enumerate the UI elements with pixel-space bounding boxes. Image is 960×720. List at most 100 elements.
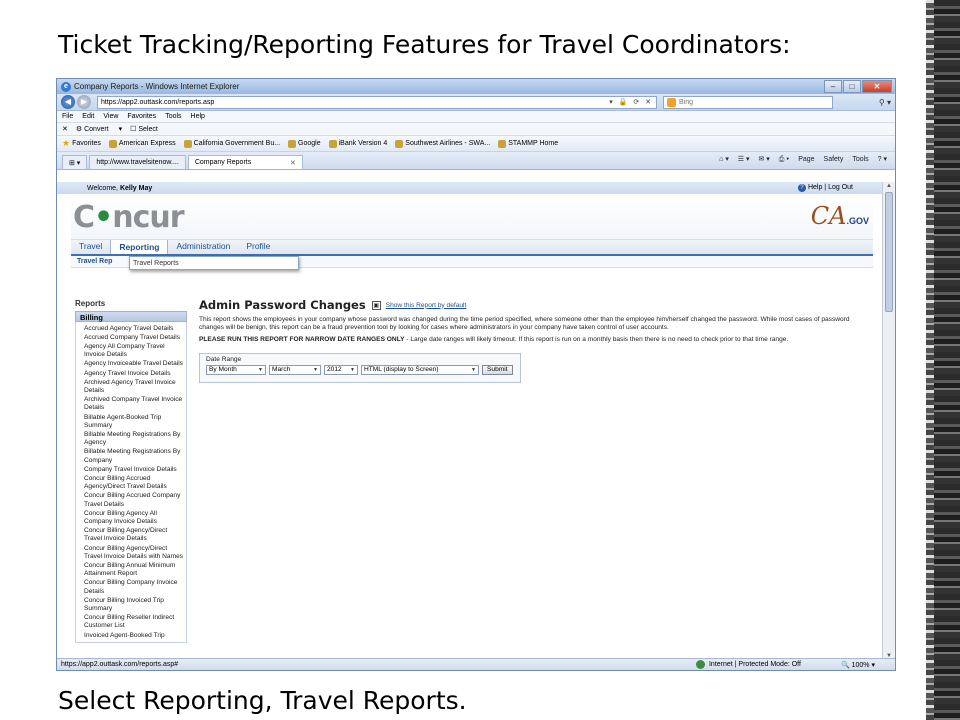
submit-button[interactable]: Submit: [482, 365, 513, 375]
subnav-travel-reports[interactable]: Travel Rep: [77, 258, 112, 265]
url-input[interactable]: https://app2.outtask.com/reports.asp ▾ 🔒…: [97, 95, 657, 109]
report-link[interactable]: Accrued Agency Travel Details: [84, 324, 186, 333]
report-title: Admin Password Changes: [199, 298, 366, 312]
favorite-google[interactable]: Google: [288, 139, 321, 148]
chevron-down-icon: ▼: [258, 367, 263, 373]
favorite-ibank[interactable]: iBank Version 4: [328, 139, 388, 148]
report-link[interactable]: Agency Invoiceable Travel Details: [84, 360, 186, 369]
default-report-icon[interactable]: ▣: [371, 300, 381, 310]
report-link[interactable]: Concur Billing Agency All Company Invoic…: [84, 509, 186, 526]
browser-window: e Company Reports - Windows Internet Exp…: [56, 78, 896, 671]
report-link[interactable]: Archived Agency Travel Invoice Details: [84, 378, 186, 395]
report-link[interactable]: Agency Travel Invoice Details: [84, 369, 186, 378]
maximize-button[interactable]: □: [843, 80, 861, 93]
reporting-dropdown: Travel Reports: [129, 256, 299, 270]
status-url: https://app2.outtask.com/reports.asp#: [61, 661, 179, 668]
format-select[interactable]: HTML (display to Screen) ▼: [361, 365, 479, 375]
nav-reporting[interactable]: Reporting: [110, 239, 169, 254]
mail-icon[interactable]: ✉ ▾: [758, 156, 769, 163]
help-link[interactable]: Help: [808, 184, 822, 191]
close-toolbar-icon[interactable]: ✕: [62, 125, 68, 133]
back-button[interactable]: ◀: [61, 95, 75, 109]
menu-bar: File Edit View Favorites Tools Help: [57, 111, 895, 123]
close-button[interactable]: ✕: [862, 80, 892, 93]
favorite-california-government[interactable]: California Government Bu...: [183, 139, 280, 148]
date-range-box: Date Range By Month ▼ March ▼ 2012 ▼ HTML (…: [199, 353, 521, 383]
report-link[interactable]: Billable Agent-Booked Trip Summary: [84, 413, 186, 430]
safety-menu[interactable]: Safety: [824, 156, 844, 163]
nav-travel[interactable]: Travel: [71, 239, 110, 254]
home-icon[interactable]: ⌂ ▾: [719, 156, 729, 163]
month-select[interactable]: March ▼: [269, 365, 321, 375]
show-by-default-link[interactable]: Show this Report by default: [386, 302, 467, 309]
tab-company-reports[interactable]: Company Reports ✕: [187, 155, 303, 169]
favorites-button[interactable]: ★ Favorites: [62, 138, 101, 149]
feeds-icon[interactable]: ☰ ▾: [738, 156, 750, 163]
menu-tools[interactable]: Tools: [165, 113, 181, 120]
report-description: This report shows the employees in your …: [199, 316, 850, 331]
sub-nav: Travel Rep Travel Reports: [71, 256, 873, 270]
report-link[interactable]: Accrued Company Travel Details: [84, 333, 186, 342]
report-link[interactable]: Concur Billing Reseller Indirect Custome…: [84, 614, 186, 631]
report-link[interactable]: Invoiced Agent-Booked Trip: [84, 631, 186, 640]
tab-travelsitenow[interactable]: http://www.travelsitenow....: [89, 155, 186, 169]
favicon-icon: [288, 139, 297, 148]
favorite-american-express[interactable]: American Express: [108, 139, 176, 148]
logout-link[interactable]: Log Out: [828, 184, 853, 191]
report-link[interactable]: Concur Billing Agency/Direct Travel Invo…: [84, 544, 186, 561]
minimize-button[interactable]: –: [824, 80, 842, 93]
help-circle-icon[interactable]: ? ▾: [878, 156, 887, 163]
select-button[interactable]: ☐ Select: [130, 125, 166, 133]
report-link[interactable]: Concur Billing Invoiced Trip Summary: [84, 596, 186, 613]
concur-logo: C•ncur: [73, 200, 185, 235]
report-link[interactable]: Archived Company Travel Invoice Details: [84, 396, 186, 413]
report-link[interactable]: Company Travel Invoice Details: [84, 465, 186, 474]
month-value: March: [272, 366, 291, 373]
print-icon[interactable]: ⎙ ▾: [779, 156, 790, 163]
menu-favorites[interactable]: Favorites: [127, 113, 156, 120]
security-zone[interactable]: Internet | Protected Mode: Off: [695, 660, 801, 669]
ie-icon: e: [61, 81, 71, 92]
favicon-icon: [328, 139, 337, 148]
zoom-control[interactable]: 🔍 100% ▾: [841, 661, 875, 669]
dropdown-travel-reports[interactable]: Travel Reports: [133, 260, 179, 267]
zoom-level: 100%: [851, 661, 870, 669]
billing-heading[interactable]: Billing: [75, 311, 187, 322]
period-select[interactable]: By Month ▼: [206, 365, 266, 375]
menu-edit[interactable]: Edit: [82, 113, 94, 120]
tab-grid-icon[interactable]: ⊞ ▾: [62, 155, 88, 169]
report-link[interactable]: Billable Meeting Registrations By Compan…: [84, 448, 186, 465]
search-icon[interactable]: ⚲ ▾: [879, 98, 891, 107]
tab-close-icon[interactable]: ✕: [290, 159, 296, 167]
nav-administration[interactable]: Administration: [168, 239, 238, 254]
tools-menu[interactable]: Tools: [852, 156, 868, 163]
vertical-scrollbar[interactable]: ▲ ▼: [882, 182, 895, 660]
scroll-up-icon[interactable]: ▲: [886, 183, 892, 189]
favorite-label: iBank Version 4: [338, 140, 388, 147]
report-link[interactable]: Billable Meeting Registrations By Agency: [84, 430, 186, 447]
menu-view[interactable]: View: [103, 113, 118, 120]
favorite-stammp[interactable]: STAMMP Home: [498, 139, 558, 148]
scroll-thumb[interactable]: [885, 192, 893, 312]
convert-button[interactable]: ⚙ Convert ▾: [76, 125, 122, 133]
favorite-label: Google: [298, 140, 321, 147]
report-link[interactable]: Concur Billing Annual Minimum Attainment…: [84, 561, 186, 578]
report-link[interactable]: Concur Billing Agency/Direct Travel Invo…: [84, 527, 186, 544]
favorite-southwest[interactable]: Southwest Airlines - SWA...: [395, 139, 490, 148]
report-link[interactable]: Concur Billing Accrued Agency/Direct Tra…: [84, 474, 186, 491]
tab-bar: ⊞ ▾ http://www.travelsitenow.... Company…: [57, 152, 895, 170]
forward-button[interactable]: ▶: [77, 95, 91, 109]
report-link[interactable]: Concur Billing Accrued Company Travel De…: [84, 492, 186, 509]
favicon-icon: [395, 139, 404, 148]
report-link[interactable]: Agency All Company Travel Invoice Detail…: [84, 342, 186, 359]
menu-help[interactable]: Help: [191, 113, 205, 120]
ie-tools: ⌂ ▾ ☰ ▾ ✉ ▾ ⎙ ▾ Page Safety Tools ? ▾: [712, 155, 887, 164]
search-input[interactable]: Bing: [663, 95, 833, 109]
menu-file[interactable]: File: [62, 113, 73, 120]
page-menu[interactable]: Page: [798, 156, 814, 163]
nav-profile[interactable]: Profile: [238, 239, 278, 254]
report-link[interactable]: Concur Billing Company Invoice Details: [84, 579, 186, 596]
year-select[interactable]: 2012 ▼: [324, 365, 358, 375]
help-icon[interactable]: ?: [797, 184, 806, 192]
url-text: https://app2.outtask.com/reports.asp: [101, 98, 215, 106]
